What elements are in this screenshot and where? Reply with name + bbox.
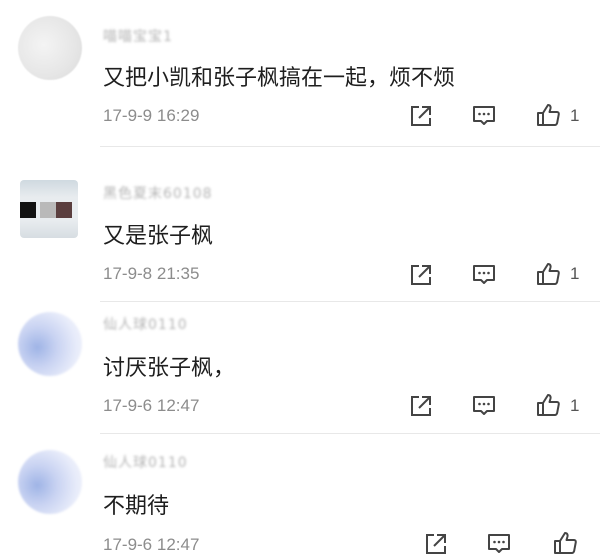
share-button[interactable] [408, 103, 434, 129]
avatar[interactable] [20, 180, 78, 238]
like-button[interactable] [535, 261, 561, 287]
comment-username[interactable]: 仙人球0110 [103, 314, 188, 334]
share-button[interactable] [423, 531, 449, 557]
comment-username[interactable]: 仙人球0110 [103, 452, 188, 472]
comment-icon [488, 534, 510, 553]
share-icon [426, 534, 446, 554]
thumbs-up-icon [537, 394, 560, 416]
divider [100, 433, 600, 434]
reply-button[interactable] [471, 393, 497, 419]
comment-text: 又是张子枫 [103, 224, 214, 249]
share-icon [411, 265, 431, 285]
comment-text: 又把小凯和张子枫搞在一起，烦不烦 [103, 66, 456, 91]
divider [100, 146, 600, 147]
comment-time: 17-9-6 12:47 [103, 535, 200, 554]
like-button[interactable] [552, 530, 578, 556]
divider [100, 301, 600, 302]
comment-text: 讨厌张子枫， [103, 356, 236, 381]
thumbs-up-icon [537, 263, 560, 285]
share-button[interactable] [408, 393, 434, 419]
comment-time: 17-9-6 12:47 [103, 396, 200, 415]
comment-icon [473, 396, 495, 415]
comment-username[interactable]: 喵喵宝宝1 [103, 26, 173, 46]
like-count: 1 [570, 396, 580, 415]
reply-button[interactable] [471, 262, 497, 288]
like-count: 1 [570, 106, 580, 125]
avatar[interactable] [18, 16, 82, 80]
comment-username[interactable]: 黑色夏末60108 [103, 183, 213, 203]
share-icon [411, 106, 431, 126]
comment-icon [473, 265, 495, 284]
avatar[interactable] [18, 312, 82, 376]
comment-icon [473, 106, 495, 125]
like-count: 1 [570, 264, 580, 283]
thumbs-up-icon [537, 104, 560, 126]
reply-button[interactable] [486, 531, 512, 557]
share-icon [411, 396, 431, 416]
like-button[interactable] [535, 102, 561, 128]
reply-button[interactable] [471, 103, 497, 129]
comment-text: 不期待 [103, 494, 170, 519]
comment-time: 17-9-8 21:35 [103, 264, 200, 283]
like-button[interactable] [535, 392, 561, 418]
comment-time: 17-9-9 16:29 [103, 106, 200, 125]
avatar[interactable] [18, 450, 82, 514]
thumbs-up-icon [554, 532, 577, 554]
share-button[interactable] [408, 262, 434, 288]
